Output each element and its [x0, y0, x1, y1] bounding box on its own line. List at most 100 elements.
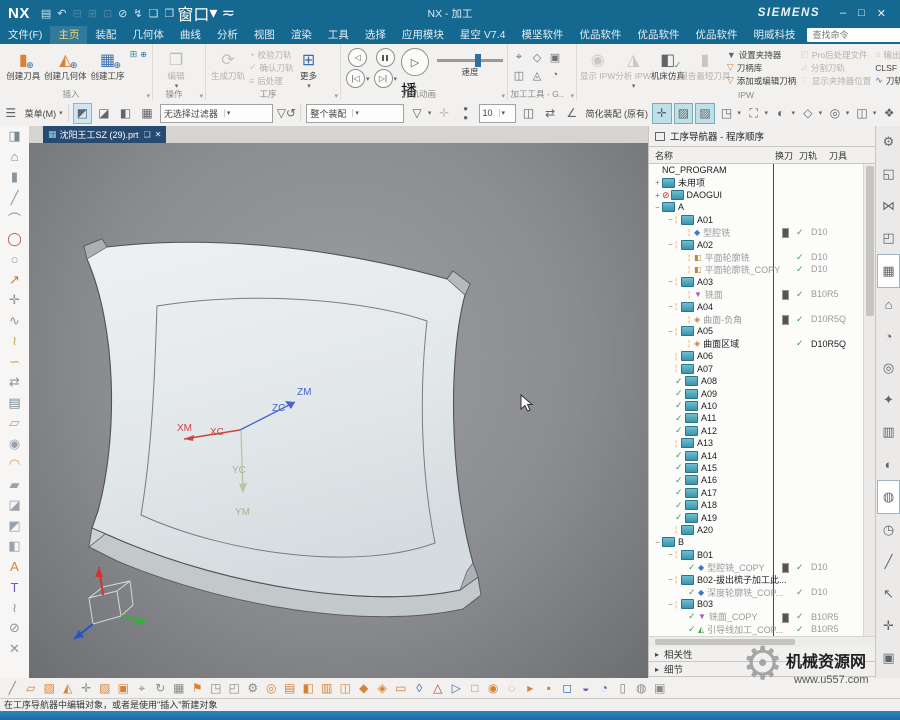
spheres-icon[interactable]: ●●	[456, 103, 476, 124]
path-to-curve-button[interactable]: ∿刀轨转曲线	[875, 74, 900, 87]
select-face-icon[interactable]: ◪	[94, 103, 114, 124]
tree-row[interactable]: −¦B01	[649, 549, 876, 561]
tree-row[interactable]: ✓A09	[649, 387, 876, 399]
trimmed-sheet-icon[interactable]: ◪	[8, 495, 20, 516]
angle-icon[interactable]: ∠	[562, 103, 582, 124]
tree-row[interactable]: ✓A08	[649, 375, 876, 387]
set-holder-button[interactable]: ▼设置夹持器	[727, 48, 796, 61]
assembly-navigator-icon[interactable]: ◱	[878, 158, 899, 190]
selection-filter-dropdown[interactable]: 无选择过滤器▾	[160, 104, 274, 123]
more-button[interactable]: ⊞ 更多▾	[296, 46, 322, 90]
close-button[interactable]: ✕	[877, 7, 886, 20]
tool-icon-2[interactable]: ◇	[529, 49, 545, 65]
step-back-button[interactable]: ◁	[348, 48, 367, 67]
offset-icon[interactable]: ▪	[540, 680, 558, 696]
diamond-icon[interactable]: ◆	[355, 680, 373, 696]
tree-row[interactable]: ✓A12	[649, 425, 876, 437]
select-component-icon[interactable]: ▦	[137, 103, 157, 124]
subtract-icon[interactable]: ◌	[503, 680, 521, 696]
tree-row[interactable]: −¦A05	[649, 325, 876, 337]
tree-row[interactable]: −¦A04	[649, 300, 876, 312]
expander-icon[interactable]: −	[653, 538, 662, 547]
copy-icon[interactable]: ⊞	[88, 7, 97, 20]
horizontal-scrollbar[interactable]	[649, 636, 876, 647]
thicken-icon[interactable]: ◧	[8, 536, 20, 557]
maximize-button[interactable]: □	[858, 7, 865, 20]
line-icon[interactable]: ╱	[4, 680, 22, 696]
tab-分析[interactable]: 分析	[209, 26, 246, 44]
column-header-刀轨[interactable]: 刀轨	[799, 149, 817, 162]
tab-渲染[interactable]: 渲染	[283, 26, 320, 44]
tree-row[interactable]: −A	[649, 201, 876, 213]
fit-window-icon[interactable]: ⛶	[744, 103, 764, 124]
isometric-view-icon[interactable]: ◇	[798, 103, 818, 124]
bridge-curve-icon[interactable]: ≀	[12, 331, 17, 352]
analyze-ipw-button[interactable]: ◮ 分析 IPW▾	[615, 46, 650, 90]
chart-icon[interactable]: ▥	[878, 416, 899, 448]
expander-icon[interactable]: −	[666, 600, 675, 609]
expander-icon[interactable]: +	[653, 178, 662, 187]
cascade-window-icon[interactable]: ❏	[149, 7, 159, 20]
ruled-sheet-icon[interactable]: ▰	[10, 475, 20, 496]
expander-icon[interactable]: −	[653, 203, 662, 212]
arc-icon[interactable]: ⌒	[8, 208, 21, 229]
zoom-doc-icon[interactable]: ◳	[717, 103, 737, 124]
tree-row[interactable]: ✓◆型腔铣_COPY✓D10	[649, 561, 876, 573]
paintbrush-icon[interactable]: ❖	[879, 103, 899, 124]
tree-row[interactable]: ¦◧平面轮廓铣_COPY✓D10	[649, 263, 876, 275]
tab-选择[interactable]: 选择	[357, 26, 394, 44]
speed-slider[interactable]: 速度	[437, 53, 503, 78]
add-holder-button[interactable]: ▽添加或编辑刀柄	[727, 74, 796, 87]
tab-装配[interactable]: 装配	[87, 26, 124, 44]
flag-icon[interactable]: ⚑	[189, 680, 207, 696]
slab-icon[interactable]: ▭	[392, 680, 410, 696]
trim-body-icon[interactable]: ⊘	[9, 618, 20, 639]
machine-tool-navigator-icon[interactable]: ⌂	[878, 288, 899, 320]
navigator-columns[interactable]: 名称换刀刀轨刀具	[649, 147, 876, 164]
tool-icon-3[interactable]: ▣	[547, 49, 563, 65]
color-palette-icon[interactable]: ╱	[878, 546, 899, 578]
half-shade-icon[interactable]: ◧	[300, 680, 318, 696]
navigator-header[interactable]: 工序导航器 - 程序顺序	[649, 126, 876, 147]
tree-row[interactable]: ✓A16	[649, 474, 876, 486]
create-geometry-button[interactable]: ◭⊕ 创建几何体	[43, 46, 87, 82]
tree-row[interactable]: +⊘DAOGUI	[649, 189, 876, 201]
tool-icon-1[interactable]: ⌖	[511, 49, 527, 65]
menu-button[interactable]: 菜单(M)	[25, 107, 57, 120]
circle-icon[interactable]: ◯	[7, 229, 22, 250]
show-ipw-button[interactable]: ◉ 显示 IPW	[580, 46, 615, 82]
tree-row[interactable]: ✓▼铣面_COPY✓B10R5	[649, 611, 876, 623]
spline-icon[interactable]: ∿	[9, 311, 20, 332]
curve-icon[interactable]: ≀	[12, 598, 17, 619]
tab-几何体[interactable]: 几何体	[124, 26, 172, 44]
hatch-icon[interactable]: ▥	[318, 680, 336, 696]
select-filter-icon[interactable]: ◩	[73, 103, 93, 124]
post-process-button[interactable]: ≡后处理	[249, 74, 294, 87]
paste-icon[interactable]: ⊡	[103, 7, 112, 20]
process-assistant-icon[interactable]: ◔	[878, 320, 899, 352]
movie-icon[interactable]: ▣	[878, 642, 899, 674]
expander-icon[interactable]: −	[666, 550, 675, 559]
tab-模坚软件[interactable]: 模坚软件	[513, 26, 571, 44]
tab-视图[interactable]: 视图	[246, 26, 283, 44]
pro-output-button[interactable]: ◰Pro后处理文件	[800, 48, 871, 61]
cone-icon[interactable]: ◭	[59, 680, 77, 696]
tool-icon-5[interactable]: ◬	[529, 67, 545, 83]
confirm-path-button[interactable]: ✓确认刀轨	[249, 61, 294, 74]
tab-文件(F)[interactable]: 文件(F)	[0, 26, 50, 44]
shaded-view-icon[interactable]: ◐	[771, 103, 791, 124]
fill-surface-icon[interactable]: ▤	[281, 680, 299, 696]
extrude-icon[interactable]: ◨	[8, 126, 20, 147]
pin-icon[interactable]: ❑	[144, 130, 151, 139]
search-input[interactable]	[810, 29, 900, 41]
tab-主页[interactable]: 主页	[50, 26, 87, 44]
tree-row[interactable]: NC_PROGRAM	[649, 164, 876, 176]
tree-row[interactable]: ✓A11	[649, 412, 876, 424]
wave-link-icon[interactable]: ◻	[559, 680, 577, 696]
tool-icon-4[interactable]: ◫	[511, 67, 527, 83]
toolbox-icon[interactable]: ✛	[878, 610, 899, 642]
select-cursor-icon[interactable]: ↖	[878, 578, 899, 610]
minimize-button[interactable]: –	[840, 7, 846, 20]
bounded-plane-icon[interactable]: ◩	[8, 516, 20, 537]
cut-icon[interactable]: ⊟	[72, 7, 81, 20]
